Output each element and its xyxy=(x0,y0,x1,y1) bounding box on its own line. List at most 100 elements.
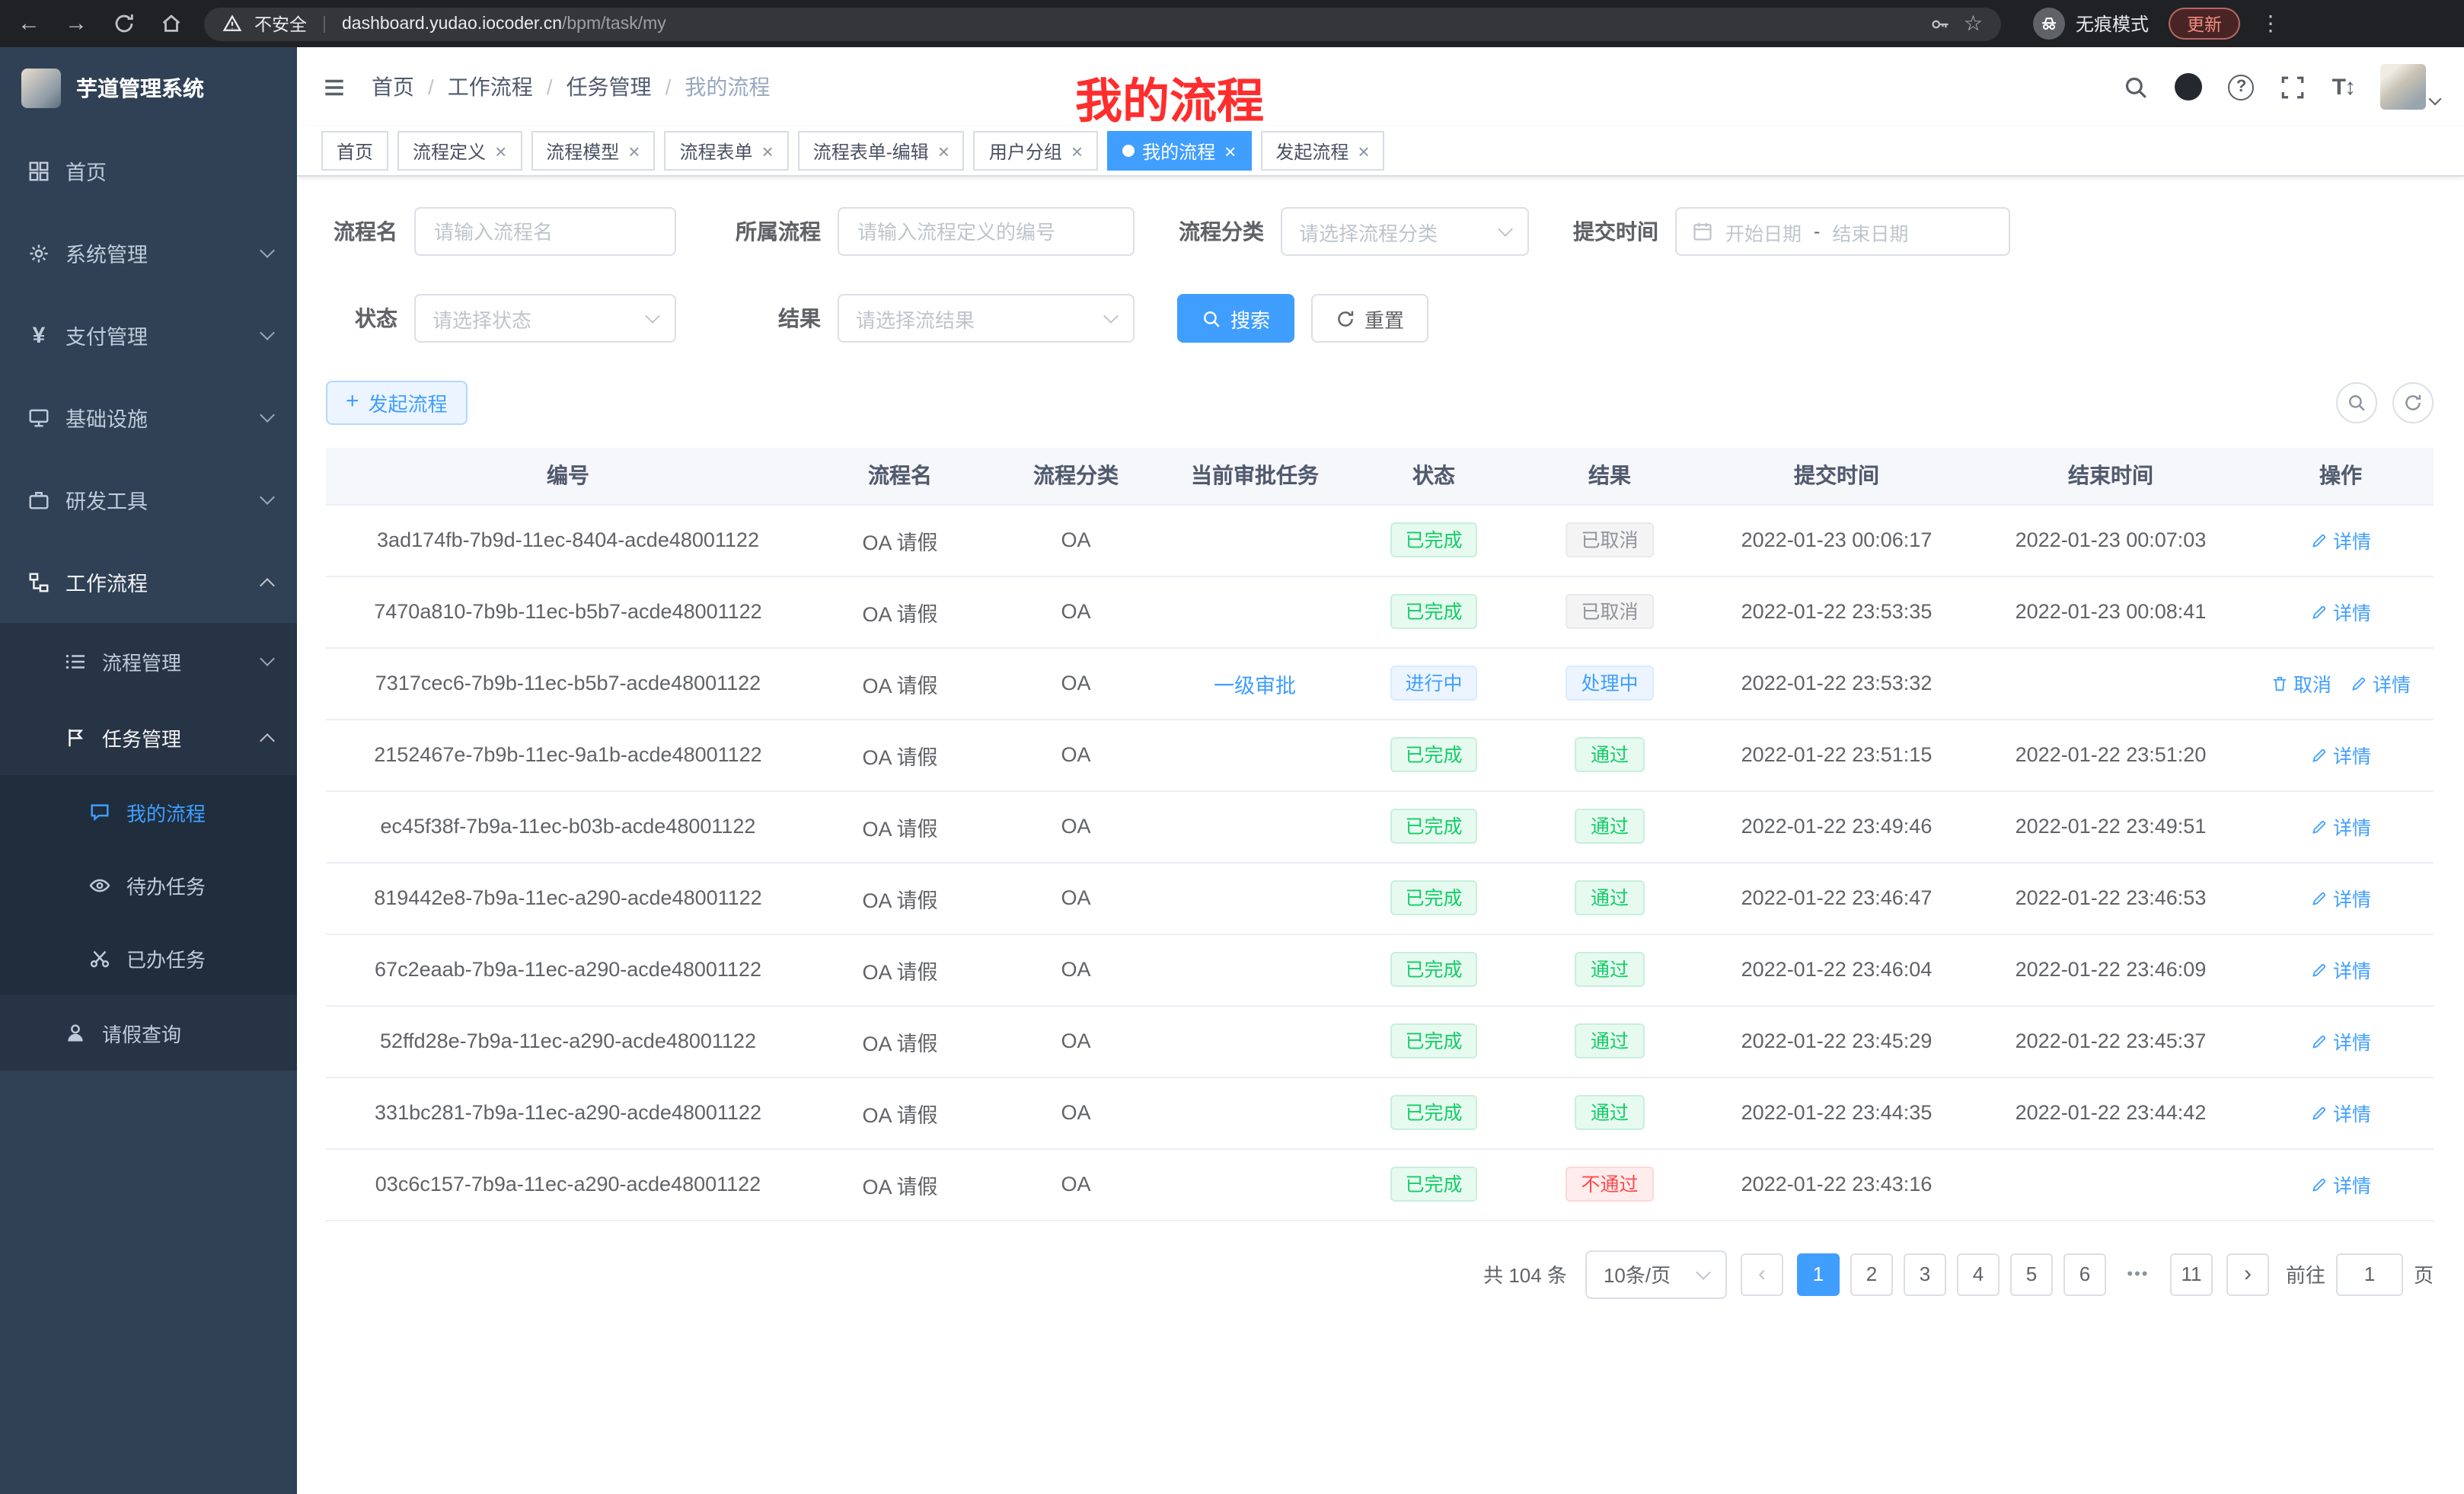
current-task-link[interactable]: 一级审批 xyxy=(1214,674,1296,697)
url-bar[interactable]: 不安全 | dashboard.yudao.iocoder.cn/bpm/tas… xyxy=(204,7,2001,40)
reset-button[interactable]: 重置 xyxy=(1311,294,1428,343)
screen: ← → 不安全 | dashboard.yudao.iocoder.cn/bpm… xyxy=(0,0,2464,1494)
filter-status: 状态 请选择状态 xyxy=(326,294,676,343)
help-icon[interactable]: ? xyxy=(2229,74,2255,100)
cell-actions: 取消详情 xyxy=(2248,647,2434,719)
goto-page-input[interactable] xyxy=(2336,1253,2403,1295)
sidebar-item-workflow[interactable]: 工作流程 xyxy=(0,541,297,623)
tab-item-3[interactable]: 流程表单× xyxy=(664,131,788,171)
process-name-input[interactable] xyxy=(414,207,676,256)
refresh-icon[interactable] xyxy=(110,10,137,37)
detail-link[interactable]: 详情 xyxy=(2310,525,2371,554)
browser-menu-icon[interactable]: ⋮ xyxy=(2260,11,2281,37)
breadcrumb-home[interactable]: 首页 xyxy=(372,72,414,102)
sidebar-item-dev-tools[interactable]: 研发工具 xyxy=(0,458,297,541)
sidebar-item-process-mgmt[interactable]: 流程管理 xyxy=(0,623,297,699)
github-icon[interactable] xyxy=(2175,73,2203,101)
date-range-picker[interactable]: 开始日期 - 结束日期 xyxy=(1675,207,2010,256)
filter-label: 流程名 xyxy=(326,216,414,247)
search-icon[interactable] xyxy=(2124,74,2150,100)
tab-close-icon[interactable]: × xyxy=(1358,141,1369,161)
tab-close-icon[interactable]: × xyxy=(1071,141,1083,161)
page-button-11[interactable]: 11 xyxy=(2170,1253,2213,1295)
page-size-select[interactable]: 10条/页 xyxy=(1585,1250,1727,1298)
home-icon-browser[interactable] xyxy=(157,10,184,37)
page-button-5[interactable]: 5 xyxy=(2010,1253,2053,1295)
font-size-icon[interactable]: T↕ xyxy=(2332,74,2354,100)
tab-item-0[interactable]: 首页 xyxy=(321,131,388,171)
filter-label: 所属流程 xyxy=(704,216,838,247)
tab-close-icon[interactable]: × xyxy=(628,141,640,161)
list-icon xyxy=(64,650,87,672)
sidebar-item-payment[interactable]: ¥ 支付管理 xyxy=(0,294,297,376)
breadcrumb-workflow[interactable]: 工作流程 xyxy=(448,72,533,102)
cell-id: 7317cec6-7b9b-11ec-b5b7-acde48001122 xyxy=(326,647,810,719)
update-button[interactable]: 更新 xyxy=(2169,8,2240,40)
detail-link[interactable]: 详情 xyxy=(2310,740,2371,769)
chevron-up-icon xyxy=(260,733,275,748)
category-select[interactable]: 请选择流程分类 xyxy=(1281,207,1529,256)
sidebar-item-todo-tasks[interactable]: 待办任务 xyxy=(0,848,297,921)
sidebar-item-task-mgmt[interactable]: 任务管理 xyxy=(0,699,297,775)
search-button[interactable]: 搜索 xyxy=(1177,294,1294,343)
chevron-down-icon xyxy=(260,490,275,505)
sidebar-item-home[interactable]: 首页 xyxy=(0,129,297,212)
yen-icon: ¥ xyxy=(27,324,50,346)
page-button-4[interactable]: 4 xyxy=(1957,1253,2000,1295)
tab-close-icon[interactable]: × xyxy=(495,141,506,161)
tab-close-icon[interactable]: × xyxy=(938,141,950,161)
back-icon[interactable]: ← xyxy=(15,10,43,37)
tab-item-5[interactable]: 用户分组× xyxy=(974,131,1098,171)
detail-link[interactable]: 详情 xyxy=(2350,669,2411,698)
status-badge: 已完成 xyxy=(1390,737,1477,772)
process-def-input[interactable] xyxy=(838,207,1135,256)
tab-close-icon[interactable]: × xyxy=(1224,141,1236,161)
page-button-2[interactable]: 2 xyxy=(1850,1253,1893,1295)
result-select[interactable]: 请选择流结果 xyxy=(838,294,1135,343)
detail-link[interactable]: 详情 xyxy=(2310,955,2371,984)
hamburger-icon[interactable] xyxy=(321,74,347,100)
tab-item-1[interactable]: 流程定义× xyxy=(397,131,522,171)
tab-item-4[interactable]: 流程表单-编辑 × xyxy=(798,131,965,171)
detail-link[interactable]: 详情 xyxy=(2310,1170,2371,1199)
search-toggle-button[interactable] xyxy=(2336,382,2377,423)
prev-page-button[interactable]: ‹ xyxy=(1741,1253,1783,1295)
key-icon[interactable] xyxy=(1930,13,1952,34)
pagination-ellipsis[interactable]: ••• xyxy=(2117,1253,2159,1295)
page-button-3[interactable]: 3 xyxy=(1904,1253,1946,1295)
calendar-icon xyxy=(1692,221,1713,242)
tab-item-6[interactable]: 我的流程× xyxy=(1107,131,1251,171)
cancel-link[interactable]: 取消 xyxy=(2271,669,2332,698)
cell-current-task xyxy=(1162,504,1348,576)
cell-current-task xyxy=(1162,1077,1348,1148)
cell-name: OA 请假 xyxy=(810,719,990,790)
status-select[interactable]: 请选择状态 xyxy=(414,294,676,343)
sidebar-item-system[interactable]: 系统管理 xyxy=(0,212,297,294)
status-badge: 已完成 xyxy=(1390,809,1477,844)
tab-item-7[interactable]: 发起流程× xyxy=(1260,131,1384,171)
detail-link[interactable]: 详情 xyxy=(2310,597,2371,626)
detail-link[interactable]: 详情 xyxy=(2310,1098,2371,1127)
page-button-1[interactable]: 1 xyxy=(1797,1253,1840,1295)
detail-link[interactable]: 详情 xyxy=(2310,883,2371,912)
create-process-button[interactable]: + 发起流程 xyxy=(326,381,468,425)
refresh-table-button[interactable] xyxy=(2392,382,2434,423)
detail-link[interactable]: 详情 xyxy=(2310,812,2371,841)
sidebar-item-leave-query[interactable]: 请假查询 xyxy=(0,994,297,1071)
task-submenu: 我的流程 待办任务 已办任务 xyxy=(0,775,297,994)
forward-icon[interactable]: → xyxy=(62,10,90,37)
page-button-6[interactable]: 6 xyxy=(2063,1253,2106,1295)
sidebar-item-infrastructure[interactable]: 基础设施 xyxy=(0,376,297,458)
next-page-button[interactable]: › xyxy=(2226,1253,2269,1295)
user-menu[interactable] xyxy=(2380,64,2440,110)
breadcrumb-task-mgmt[interactable]: 任务管理 xyxy=(567,72,652,102)
fullscreen-icon[interactable] xyxy=(2280,74,2306,100)
detail-link[interactable]: 详情 xyxy=(2310,1026,2371,1055)
tab-item-2[interactable]: 流程模型× xyxy=(531,131,655,171)
bookmark-star-icon[interactable]: ☆ xyxy=(1964,11,1983,37)
tab-close-icon[interactable]: × xyxy=(762,141,774,161)
sidebar-item-done-tasks[interactable]: 已办任务 xyxy=(0,921,297,994)
tab-label: 流程表单-编辑 xyxy=(813,138,929,164)
sidebar-item-my-process[interactable]: 我的流程 xyxy=(0,775,297,848)
status-badge: 已完成 xyxy=(1390,952,1477,987)
